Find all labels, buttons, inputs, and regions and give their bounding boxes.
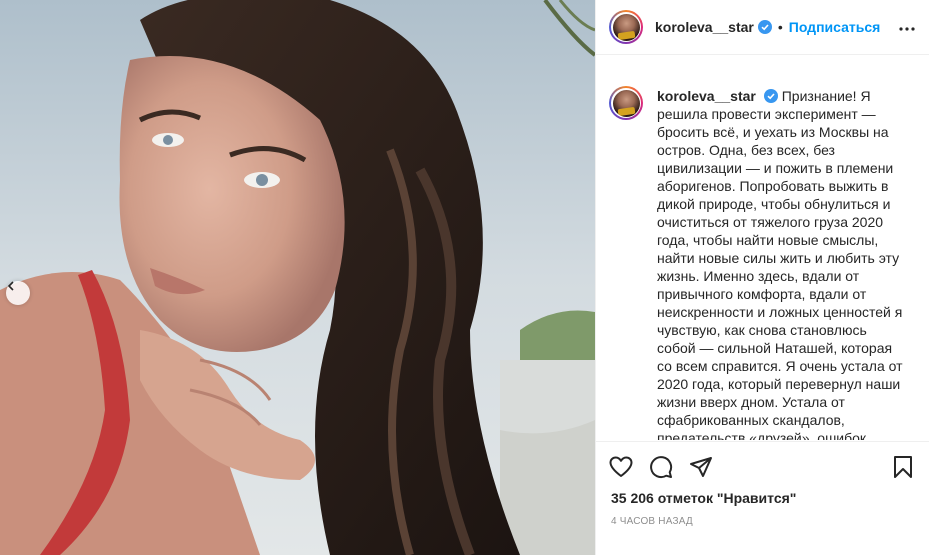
post-timestamp[interactable]: 4 часов назад bbox=[611, 516, 693, 527]
caption-section: koroleva__star Признание! Я решила прове… bbox=[596, 56, 929, 440]
more-options-button[interactable] bbox=[898, 18, 916, 36]
paper-plane-icon bbox=[689, 456, 713, 483]
caption-body: Признание! Я решила провести эксперимент… bbox=[657, 88, 903, 440]
caption-author-avatar[interactable] bbox=[609, 86, 643, 120]
carousel-prev-button[interactable] bbox=[6, 281, 30, 305]
separator-dot: • bbox=[777, 19, 783, 35]
save-button[interactable] bbox=[890, 455, 916, 484]
author-username[interactable]: koroleva__star bbox=[655, 19, 754, 35]
verified-badge-icon bbox=[757, 20, 772, 34]
author-avatar[interactable] bbox=[609, 10, 643, 44]
bookmark-icon bbox=[893, 455, 913, 484]
share-button[interactable] bbox=[688, 456, 714, 482]
photo-illustration bbox=[0, 0, 595, 555]
post-photo[interactable] bbox=[0, 0, 595, 555]
more-options-icon bbox=[899, 18, 915, 36]
post-header: koroleva__star • Подписаться bbox=[596, 0, 929, 55]
verified-badge-icon bbox=[763, 89, 778, 103]
caption-username[interactable]: koroleva__star bbox=[657, 88, 756, 104]
comment-icon bbox=[649, 455, 673, 484]
comment-button[interactable] bbox=[648, 455, 674, 484]
likes-count[interactable]: 35 206 отметок "Нравится" bbox=[611, 490, 796, 506]
like-button[interactable] bbox=[608, 456, 634, 482]
post-side-panel: koroleva__star • Подписаться koroleva__s… bbox=[595, 0, 929, 555]
heart-icon bbox=[609, 456, 633, 483]
caption-text: koroleva__star Признание! Я решила прове… bbox=[657, 86, 903, 440]
follow-button[interactable]: Подписаться bbox=[789, 19, 881, 35]
post-actions: 35 206 отметок "Нравится" 4 часов назад bbox=[596, 441, 929, 555]
